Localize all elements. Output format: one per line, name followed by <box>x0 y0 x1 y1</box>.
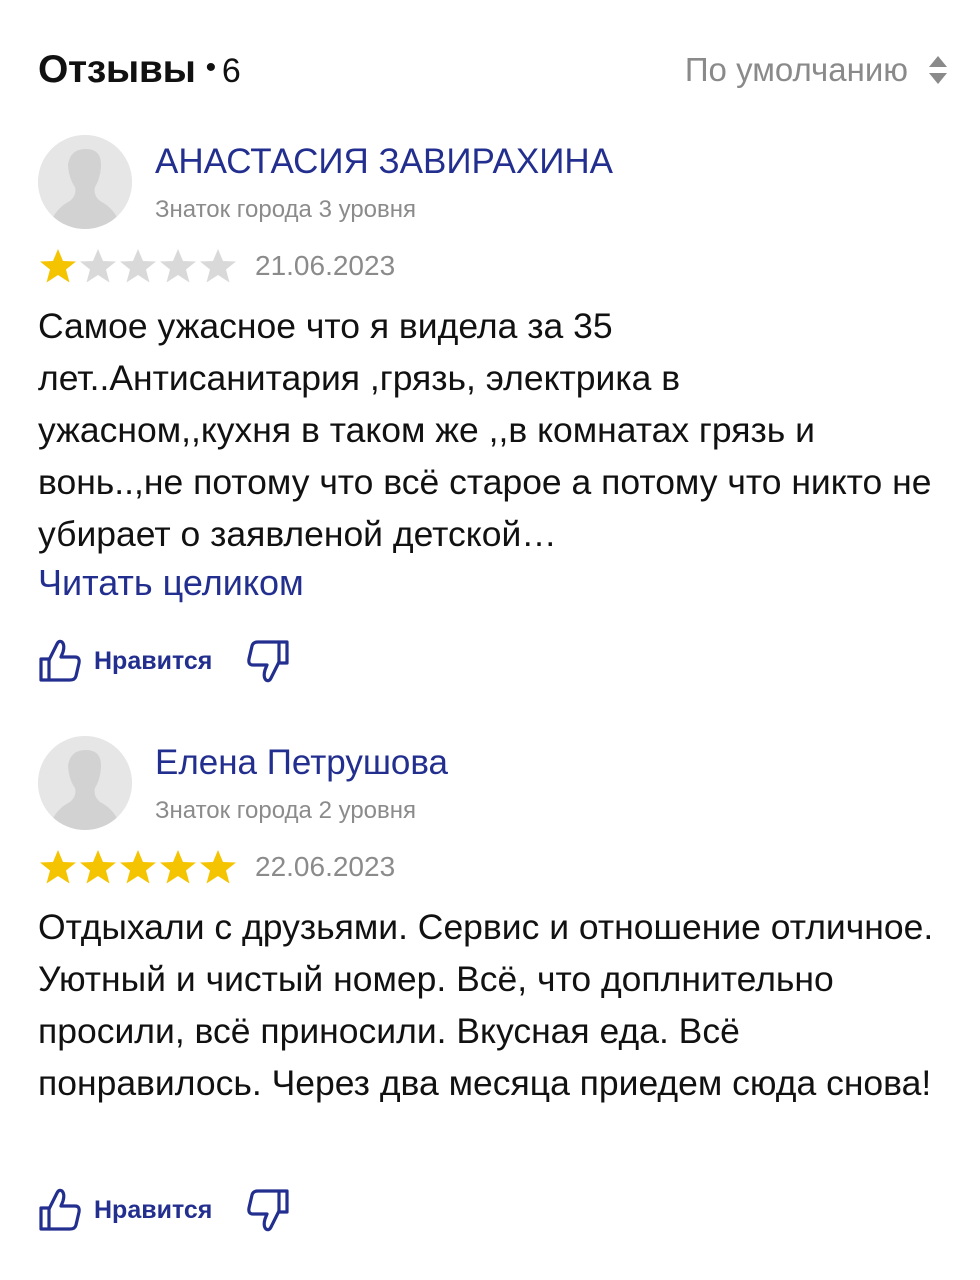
like-button[interactable]: Нравится <box>38 1187 212 1233</box>
avatar-placeholder-icon <box>38 135 132 229</box>
thumbs-down-icon[interactable] <box>246 1187 290 1233</box>
read-more-link[interactable]: Читать целиком <box>38 562 304 604</box>
reviews-count: 6 <box>221 52 241 90</box>
author-level: Знаток города 3 уровня <box>155 196 417 223</box>
avatar[interactable] <box>38 135 132 229</box>
star-filled-icon <box>200 850 236 884</box>
thumbs-up-icon <box>39 639 81 682</box>
review-text: Самое ужасное что я видела за 35 лет..Ан… <box>38 306 932 554</box>
star-filled-icon <box>120 850 156 884</box>
review-author[interactable]: АНАСТАСИЯ ЗАВИРАХИНА <box>155 142 613 182</box>
thumbs-down-icon[interactable] <box>246 638 290 684</box>
sort-label: По умолчанию <box>684 51 908 88</box>
author-level: Знаток города 2 уровня <box>155 797 417 824</box>
review-date: 22.06.2023 <box>255 851 396 882</box>
rating-stars <box>38 848 238 886</box>
star-empty-icon <box>120 249 156 283</box>
reviews-title-text: Отзывы <box>38 48 196 91</box>
like-button[interactable]: Нравится <box>38 638 212 684</box>
rating-stars <box>38 247 238 285</box>
reviews-header: Отзывы • 6 По умолчанию <box>38 40 950 102</box>
like-label: Нравится <box>94 1195 213 1224</box>
star-filled-icon <box>80 850 116 884</box>
review-date: 21.06.2023 <box>255 250 396 281</box>
star-empty-icon <box>200 249 236 283</box>
star-filled-icon <box>40 249 76 283</box>
star-empty-icon <box>80 249 116 283</box>
star-filled-icon <box>40 850 76 884</box>
title-separator: • <box>205 51 217 84</box>
sort-arrows-icon <box>929 56 947 84</box>
sort-dropdown[interactable]: По умолчанию <box>685 50 950 90</box>
star-filled-icon <box>160 850 196 884</box>
review-author[interactable]: Елена Петрушова <box>155 743 448 783</box>
avatar-placeholder-icon <box>38 736 132 830</box>
avatar[interactable] <box>38 736 132 830</box>
review-actions: Нравится <box>38 638 290 684</box>
review-text: Отдыхали с друзьями. Сервис и отношение … <box>38 907 934 1103</box>
like-label: Нравится <box>94 646 213 675</box>
reviews-title: Отзывы • 6 <box>38 48 241 92</box>
thumbs-up-icon <box>39 1188 81 1231</box>
star-empty-icon <box>160 249 196 283</box>
review-actions: Нравится <box>38 1187 290 1233</box>
